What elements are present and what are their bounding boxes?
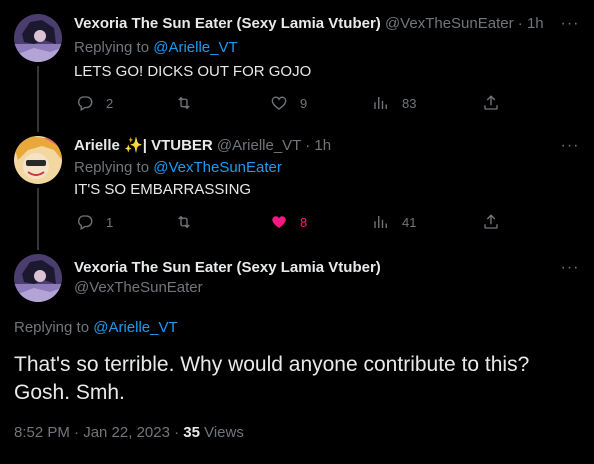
tweet-time[interactable]: 1h (314, 137, 331, 154)
reply-count: 1 (106, 214, 114, 230)
display-name-badge: ✨| VTUBER (124, 137, 213, 154)
mention-link[interactable]: @Arielle_VT (153, 39, 237, 56)
tweet-timestamp[interactable]: 8:52 PM · Jan 22, 2023 · (14, 424, 183, 441)
display-name[interactable]: Arielle (74, 137, 120, 154)
like-count: 8 (300, 214, 308, 230)
thread-line (37, 66, 39, 132)
separator-dot: · (305, 137, 311, 154)
views-icon (372, 213, 390, 231)
avatar-vexoria[interactable] (14, 254, 62, 302)
views-icon (372, 94, 390, 112)
display-name[interactable]: Vexoria The Sun Eater (Sexy Lamia Vtuber… (74, 15, 381, 32)
reply-count: 2 (106, 95, 114, 111)
share-button[interactable] (482, 93, 500, 113)
thread-line (37, 188, 39, 250)
more-icon[interactable]: ··· (560, 16, 580, 37)
tweet-actions: 2 9 83 (74, 93, 514, 113)
display-name[interactable]: Vexoria The Sun Eater (Sexy Lamia Vtuber… (74, 258, 381, 278)
views-count: 35 (183, 424, 200, 441)
replying-to: Replying to @Arielle_VT (74, 38, 238, 58)
like-count: 9 (300, 95, 308, 111)
mention-link[interactable]: @Arielle_VT (93, 319, 177, 336)
share-button[interactable] (482, 212, 500, 232)
more-icon[interactable]: ··· (560, 138, 580, 159)
like-button[interactable]: 8 (270, 212, 307, 232)
heart-icon (270, 94, 288, 112)
reply-icon (76, 94, 94, 112)
views-button[interactable]: 41 (372, 212, 416, 232)
replying-to: Replying to @VexTheSunEater (74, 158, 282, 178)
share-icon (482, 94, 500, 112)
share-icon (482, 213, 500, 231)
mention-link[interactable]: @VexTheSunEater (153, 159, 282, 176)
replying-to-prefix: Replying to (14, 319, 90, 336)
views-count: 41 (402, 214, 417, 230)
retweet-button[interactable] (175, 93, 205, 113)
separator-dot: · (517, 15, 523, 32)
reply-icon (76, 213, 94, 231)
more-icon[interactable]: ··· (560, 260, 580, 281)
user-handle[interactable]: @VexTheSunEater (385, 15, 514, 32)
retweet-icon (175, 94, 193, 112)
replying-to: Replying to @Arielle_VT (14, 318, 178, 338)
tweet-header: Arielle ✨| VTUBER @Arielle_VT · 1h (74, 136, 331, 156)
avatar-vexoria[interactable] (14, 14, 62, 62)
tweet-header: Vexoria The Sun Eater (Sexy Lamia Vtuber… (74, 14, 544, 34)
views-button[interactable]: 83 (372, 93, 416, 113)
tweet-meta: 8:52 PM · Jan 22, 2023 · 35 Views (14, 423, 244, 443)
main-tweet-text: That's so terrible. Why would anyone con… (14, 353, 530, 404)
retweet-button[interactable] (175, 212, 205, 232)
views-count: 83 (402, 95, 417, 111)
replying-to-prefix: Replying to (74, 39, 150, 56)
replying-to-prefix: Replying to (74, 159, 150, 176)
reply-button[interactable]: 1 (76, 212, 113, 232)
avatar-arielle[interactable] (14, 136, 62, 184)
reply-button[interactable]: 2 (76, 93, 113, 113)
heart-filled-icon (270, 213, 288, 231)
tweet-time[interactable]: 1h (527, 15, 544, 32)
views-label: Views (199, 424, 244, 441)
tweet-actions: 1 8 41 (74, 212, 514, 232)
user-handle[interactable]: @Arielle_VT (217, 137, 301, 154)
user-handle[interactable]: @VexTheSunEater (74, 278, 203, 298)
tweet-text: LETS GO! DICKS OUT FOR GOJO (74, 63, 312, 80)
like-button[interactable]: 9 (270, 93, 307, 113)
tweet-text: IT'S SO EMBARRASSING (74, 181, 252, 198)
retweet-icon (175, 213, 193, 231)
